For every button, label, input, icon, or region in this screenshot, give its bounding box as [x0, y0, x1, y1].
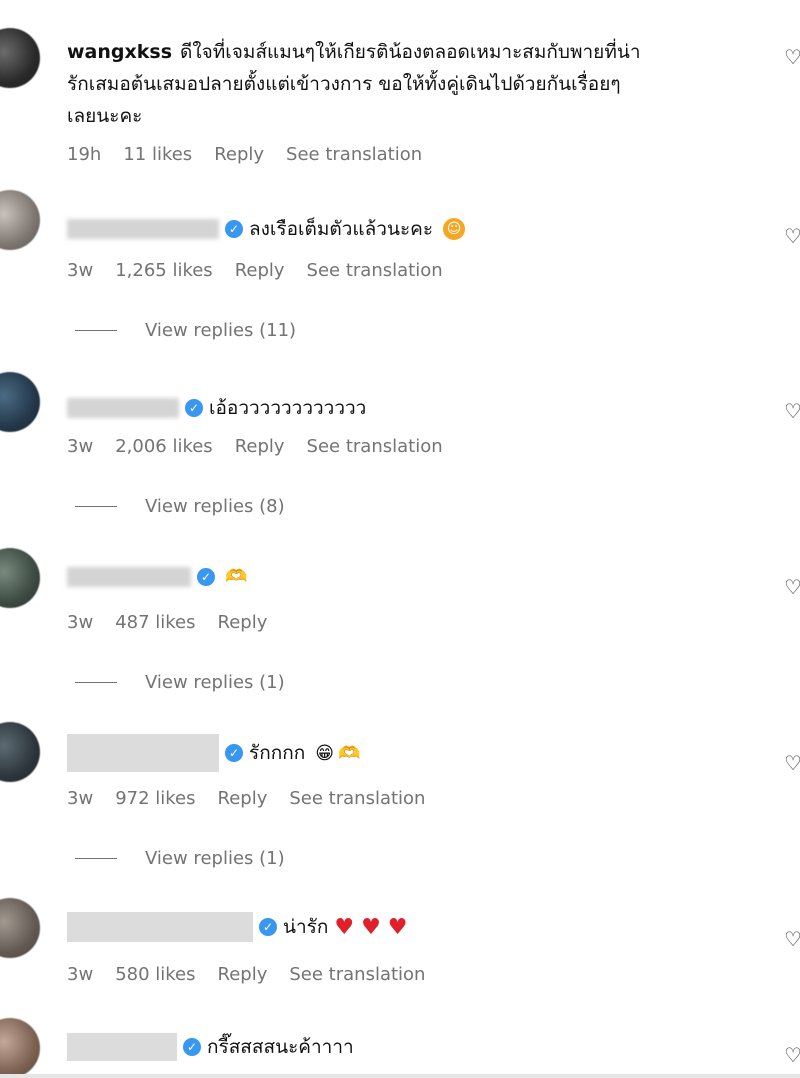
- reply-button[interactable]: Reply: [214, 144, 264, 165]
- view-replies-button[interactable]: View replies (1): [75, 672, 285, 693]
- replies-divider: [75, 330, 117, 331]
- username-blurred[interactable]: [67, 912, 253, 942]
- likes-count[interactable]: 487 likes: [115, 612, 195, 633]
- replies-divider: [75, 858, 117, 859]
- comment-line: ✓ เอ้อวววววววววววว: [67, 393, 366, 423]
- grinning-face-icon: 😁: [315, 742, 334, 764]
- avatar[interactable]: [0, 722, 40, 782]
- comment-text: น่ารัก: [283, 916, 329, 938]
- avatar[interactable]: [0, 898, 40, 958]
- reply-button[interactable]: Reply: [235, 436, 285, 457]
- comment-text-line2: รักเสมอต้นเสมอปลายตั้งแต่เข้าวงการ ขอให้…: [67, 73, 621, 95]
- username-blurred[interactable]: [67, 734, 219, 772]
- heart-outline-icon[interactable]: ♡: [784, 1044, 800, 1066]
- timestamp: 3w: [67, 788, 94, 809]
- comment-line: ✓ น่ารัก ♥ ♥ ♥: [67, 912, 408, 942]
- heart-hands-icon: 🫶: [225, 566, 248, 587]
- comment-2: ✓ ลงเรือเต็มตัวแล้วนะคะ ☺ 3w 1,265 likes…: [0, 180, 800, 360]
- avatar[interactable]: [0, 548, 40, 608]
- verified-badge-icon: ✓: [225, 220, 243, 238]
- reply-button[interactable]: Reply: [218, 964, 268, 985]
- username-blurred[interactable]: [67, 219, 219, 239]
- verified-badge-icon: ✓: [183, 1038, 201, 1056]
- view-replies-label: View replies (8): [145, 496, 285, 517]
- likes-count[interactable]: 972 likes: [115, 788, 195, 809]
- heart-outline-icon[interactable]: ♡: [784, 752, 800, 774]
- comment-text: ลงเรือเต็มตัวแล้วนะคะ: [249, 218, 434, 240]
- see-translation-button[interactable]: See translation: [307, 436, 443, 457]
- see-translation-button[interactable]: See translation: [286, 144, 422, 165]
- comment-text-block: wangxkss ดีใจที่เจมส์แมนๆให้เกียรติน้องตล…: [67, 36, 641, 132]
- comment-4: ✓ 🫶 3w 487 likes Reply View replies (1) …: [0, 536, 800, 712]
- comment-3: ✓ เอ้อวววววววววววว 3w 2,006 likes Reply …: [0, 360, 800, 536]
- comment-meta: 3w 972 likes Reply See translation: [67, 788, 447, 809]
- comment-7: ✓ กรี๊สสสสนะค้าาาา ♡: [0, 1012, 800, 1078]
- view-replies-label: View replies (11): [145, 320, 297, 341]
- comment-meta: 3w 580 likes Reply See translation: [67, 964, 447, 985]
- view-replies-button[interactable]: View replies (11): [75, 320, 296, 341]
- timestamp: 3w: [67, 612, 94, 633]
- avatar[interactable]: [0, 190, 40, 250]
- username-blurred[interactable]: [67, 1033, 177, 1061]
- comment-line: ✓ ลงเรือเต็มตัวแล้วนะคะ ☺: [67, 214, 466, 244]
- heart-outline-icon[interactable]: ♡: [784, 225, 800, 247]
- view-replies-label: View replies (1): [145, 848, 285, 869]
- comment-1: wangxkss ดีใจที่เจมส์แมนๆให้เกียรติน้องตล…: [0, 0, 800, 180]
- comment-line: ✓ 🫶: [67, 566, 247, 587]
- view-replies-button[interactable]: View replies (8): [75, 496, 285, 517]
- reply-button[interactable]: Reply: [218, 612, 268, 633]
- avatar[interactable]: [0, 1018, 40, 1078]
- verified-badge-icon: ✓: [225, 744, 243, 762]
- verified-badge-icon: ✓: [259, 918, 277, 936]
- comment-6: ✓ น่ารัก ♥ ♥ ♥ 3w 580 likes Reply See tr…: [0, 888, 800, 1012]
- heart-outline-icon[interactable]: ♡: [784, 400, 800, 422]
- likes-count[interactable]: 1,265 likes: [115, 260, 213, 281]
- comment-meta: 3w 1,265 likes Reply See translation: [67, 260, 465, 281]
- comment-line: ✓ รักกกก 😁 🫶: [67, 734, 360, 772]
- verified-badge-icon: ✓: [185, 399, 203, 417]
- bottom-divider: [0, 1074, 800, 1078]
- username-blurred[interactable]: [67, 398, 179, 418]
- timestamp: 3w: [67, 436, 94, 457]
- red-heart-icons: ♥ ♥ ♥: [334, 914, 408, 940]
- comment-5: ✓ รักกกก 😁 🫶 3w 972 likes Reply See tran…: [0, 712, 800, 888]
- comment-text-line3: เลยนะคะ: [67, 105, 143, 127]
- heart-outline-icon[interactable]: ♡: [784, 46, 800, 68]
- username[interactable]: wangxkss: [67, 41, 172, 63]
- see-translation-button[interactable]: See translation: [289, 788, 425, 809]
- comment-line: ✓ กรี๊สสสสนะค้าาาา: [67, 1032, 354, 1062]
- reply-button[interactable]: Reply: [235, 260, 285, 281]
- replies-divider: [75, 682, 117, 683]
- see-translation-button[interactable]: See translation: [289, 964, 425, 985]
- avatar[interactable]: [0, 28, 40, 88]
- heart-outline-icon[interactable]: ♡: [784, 928, 800, 950]
- heart-hands-icon: 🫶: [338, 742, 361, 764]
- view-replies-button[interactable]: View replies (1): [75, 848, 285, 869]
- comment-text: เอ้อวววววววววววว: [209, 397, 367, 419]
- timestamp: 3w: [67, 964, 94, 985]
- username-blurred[interactable]: [67, 566, 191, 587]
- verified-badge-icon: ✓: [197, 567, 215, 586]
- likes-count[interactable]: 580 likes: [115, 964, 195, 985]
- comment-text-line1: ดีใจที่เจมส์แมนๆให้เกียรติน้องตลอดเหมาะส…: [180, 41, 641, 63]
- likes-count[interactable]: 11 likes: [123, 144, 192, 165]
- reply-button[interactable]: Reply: [218, 788, 268, 809]
- comment-text: รักกกก: [249, 742, 306, 764]
- avatar[interactable]: [0, 372, 40, 432]
- comment-meta: 19h 11 likes Reply See translation: [67, 144, 444, 165]
- smiling-face-icon: ☺: [443, 218, 466, 240]
- likes-count[interactable]: 2,006 likes: [115, 436, 213, 457]
- comment-meta: 3w 2,006 likes Reply See translation: [67, 436, 465, 457]
- timestamp: 19h: [67, 144, 102, 165]
- comment-meta: 3w 487 likes Reply: [67, 612, 289, 633]
- view-replies-label: View replies (1): [145, 672, 285, 693]
- see-translation-button[interactable]: See translation: [307, 260, 443, 281]
- heart-outline-icon[interactable]: ♡: [784, 576, 800, 598]
- comment-text: กรี๊สสสสนะค้าาาา: [207, 1036, 354, 1058]
- timestamp: 3w: [67, 260, 94, 281]
- replies-divider: [75, 506, 117, 507]
